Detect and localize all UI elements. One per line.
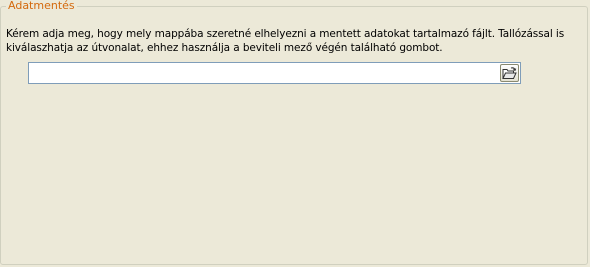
save-path-field bbox=[28, 62, 521, 84]
groupbox-title: Adatmentés bbox=[6, 0, 77, 13]
save-path-input[interactable] bbox=[30, 64, 498, 82]
open-folder-icon bbox=[502, 66, 517, 79]
instructions-line-1: Kérem adja meg, hogy mely mappába szeret… bbox=[6, 28, 565, 40]
save-data-groupbox: Adatmentés Kérem adja meg, hogy mely map… bbox=[0, 0, 588, 265]
browse-button[interactable] bbox=[500, 64, 519, 82]
instructions-line-2: kiválaszhatja az útvonalat, ehhez haszná… bbox=[6, 42, 443, 54]
instructions-text: Kérem adja meg, hogy mely mappába szeret… bbox=[6, 27, 576, 55]
